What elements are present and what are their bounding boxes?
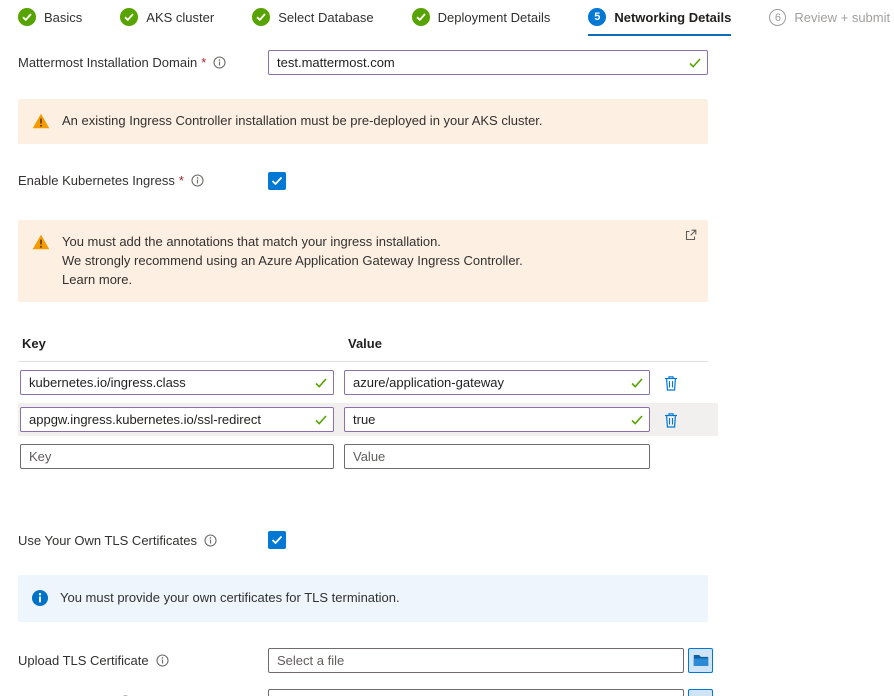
upload-certificate-label: Upload TLS Certificate xyxy=(18,653,268,668)
info-icon[interactable] xyxy=(191,174,204,187)
required-asterisk: * xyxy=(179,173,184,188)
key-file-input[interactable] xyxy=(268,689,684,696)
domain-row: Mattermost Installation Domain * xyxy=(18,50,894,75)
required-asterisk: * xyxy=(201,55,206,70)
warning-icon xyxy=(32,233,50,290)
domain-input-wrap xyxy=(268,50,708,75)
annotations-warning-line1: You must add the annotations that match … xyxy=(62,233,523,252)
value-input-wrap xyxy=(344,407,650,432)
wizard-tabs: Basics AKS cluster Select Database Deplo… xyxy=(0,0,894,36)
step-complete-icon xyxy=(18,8,36,26)
warning-icon xyxy=(32,112,50,131)
certificate-file-input[interactable] xyxy=(268,648,684,673)
info-icon[interactable] xyxy=(213,56,226,69)
value-input-wrap xyxy=(344,370,650,395)
tab-deployment-details[interactable]: Deployment Details xyxy=(412,8,551,36)
upload-certificate-label-text: Upload TLS Certificate xyxy=(18,653,149,668)
enable-ingress-checkbox[interactable] xyxy=(268,172,286,190)
tls-info-text: You must provide your own certificates f… xyxy=(60,589,400,608)
delete-icon[interactable] xyxy=(660,410,682,430)
tab-review-submit[interactable]: 6 Review + submit xyxy=(769,9,890,36)
domain-label: Mattermost Installation Domain * xyxy=(18,55,268,70)
annotation-row xyxy=(18,366,718,399)
tls-toggle-row: Use Your Own TLS Certificates xyxy=(18,531,894,549)
annotations-warning-line2: We strongly recommend using an Azure App… xyxy=(62,252,523,271)
annotations-table-header: Key Value xyxy=(18,336,708,362)
annotation-row xyxy=(18,403,718,436)
domain-input[interactable] xyxy=(268,50,708,75)
tls-toggle-label-text: Use Your Own TLS Certificates xyxy=(18,533,197,548)
tab-label: Select Database xyxy=(278,10,373,25)
upload-key-row: Upload TLS Key xyxy=(18,689,894,696)
browse-icon[interactable] xyxy=(688,648,713,673)
annotations-warning-text: You must add the annotations that match … xyxy=(62,233,523,290)
key-input-wrap xyxy=(20,407,334,432)
tls-info-banner: You must provide your own certificates f… xyxy=(18,575,708,622)
annotation-key-input-empty[interactable] xyxy=(20,444,334,469)
annotations-warning-banner: You must add the annotations that match … xyxy=(18,220,708,303)
info-banner-icon xyxy=(32,589,48,608)
annotation-key-input[interactable] xyxy=(20,407,334,432)
ingress-warning-banner: An existing Ingress Controller installat… xyxy=(18,99,708,144)
tab-label: Deployment Details xyxy=(438,10,551,25)
step-number-icon: 6 xyxy=(769,9,786,26)
domain-label-text: Mattermost Installation Domain xyxy=(18,55,197,70)
step-complete-icon xyxy=(120,8,138,26)
warning-text: An existing Ingress Controller installat… xyxy=(62,112,543,131)
key-input-wrap xyxy=(20,370,334,395)
tab-select-database[interactable]: Select Database xyxy=(252,8,373,36)
upload-certificate-row: Upload TLS Certificate xyxy=(18,648,894,673)
tls-toggle-label: Use Your Own TLS Certificates xyxy=(18,533,268,548)
networking-details-page: Basics AKS cluster Select Database Deplo… xyxy=(0,0,894,696)
browse-icon[interactable] xyxy=(688,689,713,696)
tab-aks-cluster[interactable]: AKS cluster xyxy=(120,8,214,36)
learn-more-link[interactable]: Learn more. xyxy=(62,272,132,287)
tab-label: AKS cluster xyxy=(146,10,214,25)
tab-networking-details[interactable]: 5 Networking Details xyxy=(588,8,731,36)
tab-label: Review + submit xyxy=(794,10,890,25)
info-icon[interactable] xyxy=(156,654,169,667)
step-number-icon: 5 xyxy=(588,8,606,26)
form-content: Mattermost Installation Domain * An exis… xyxy=(0,50,894,696)
annotation-value-input[interactable] xyxy=(344,407,650,432)
expand-icon[interactable] xyxy=(683,227,699,243)
enable-ingress-row: Enable Kubernetes Ingress * xyxy=(18,172,894,190)
enable-ingress-label-text: Enable Kubernetes Ingress xyxy=(18,173,175,188)
annotation-key-input[interactable] xyxy=(20,370,334,395)
annotation-value-input-empty[interactable] xyxy=(344,444,650,469)
enable-ingress-label: Enable Kubernetes Ingress * xyxy=(18,173,268,188)
tab-label: Basics xyxy=(44,10,82,25)
annotation-new-row xyxy=(18,440,718,473)
tab-basics[interactable]: Basics xyxy=(18,8,82,36)
value-input-wrap xyxy=(344,444,650,469)
annotations-table: Key Value xyxy=(18,336,718,473)
tls-checkbox[interactable] xyxy=(268,531,286,549)
key-input-wrap xyxy=(20,444,334,469)
info-icon[interactable] xyxy=(204,534,217,547)
key-column-header: Key xyxy=(22,336,348,351)
step-complete-icon xyxy=(412,8,430,26)
annotation-value-input[interactable] xyxy=(344,370,650,395)
delete-icon[interactable] xyxy=(660,373,682,393)
tab-label: Networking Details xyxy=(614,10,731,25)
step-complete-icon xyxy=(252,8,270,26)
value-column-header: Value xyxy=(348,336,382,351)
